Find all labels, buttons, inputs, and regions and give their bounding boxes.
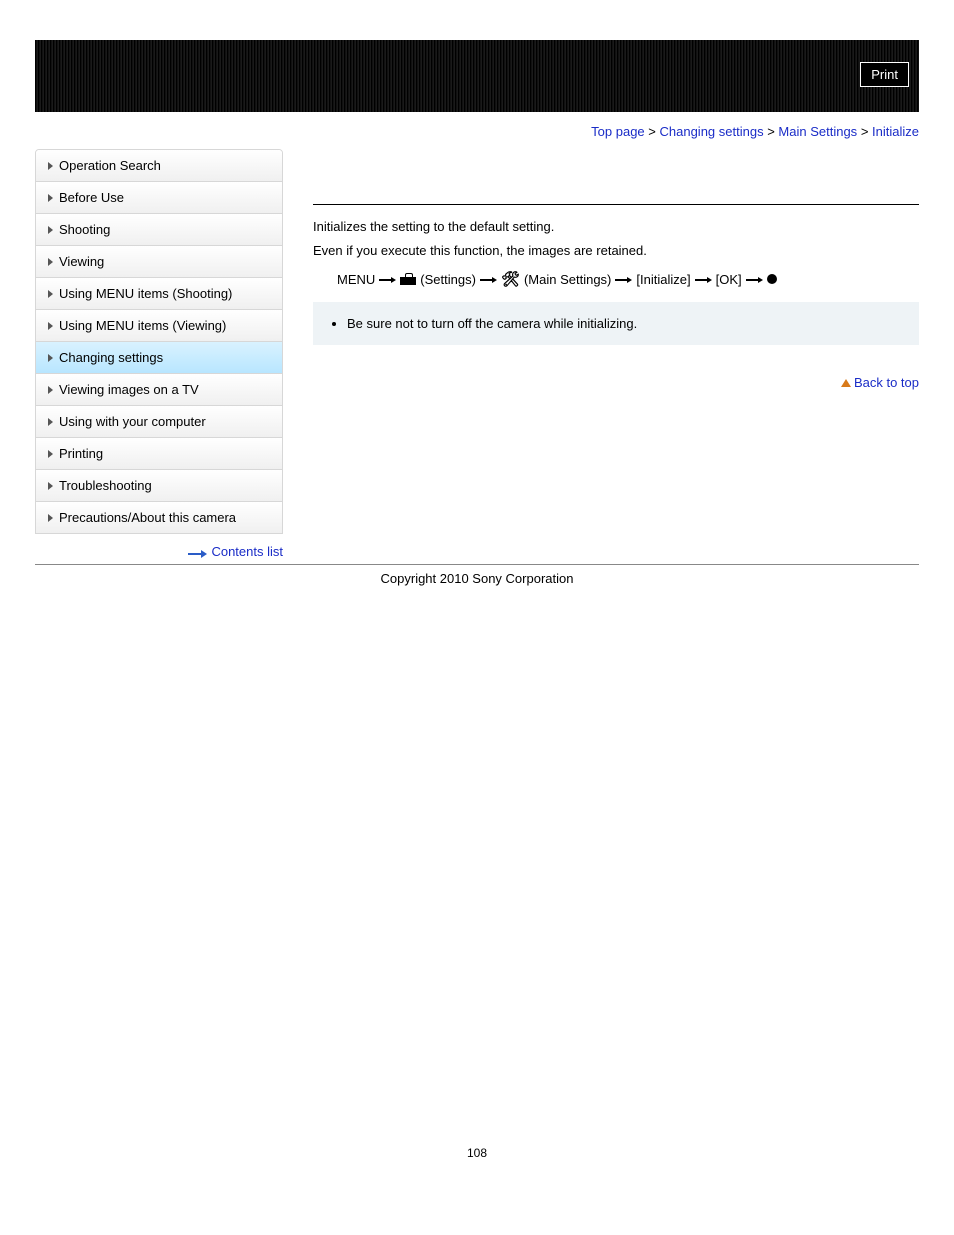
sidebar-item-operation-search[interactable]: Operation Search — [36, 150, 282, 181]
divider — [313, 204, 919, 205]
sidebar-item-changing-settings[interactable]: Changing settings — [36, 342, 282, 373]
sidebar-item-shooting[interactable]: Shooting — [36, 214, 282, 245]
body-paragraph: Even if you execute this function, the i… — [313, 241, 919, 261]
sidebar-item-label: Shooting — [59, 222, 110, 237]
sidebar: Operation Search Before Use Shooting Vie… — [35, 149, 283, 560]
sidebar-item-label: Viewing — [59, 254, 104, 269]
menu-path-menu: MENU — [337, 272, 375, 287]
arrow-icon — [746, 272, 763, 287]
note-box: Be sure not to turn off the camera while… — [313, 302, 919, 345]
dot-icon — [767, 274, 777, 284]
triangle-up-icon — [841, 379, 851, 387]
sidebar-item-label: Printing — [59, 446, 103, 461]
menu-path-ok: [OK] — [716, 272, 742, 287]
sidebar-item-viewing-tv[interactable]: Viewing images on a TV — [36, 374, 282, 405]
sidebar-item-printing[interactable]: Printing — [36, 438, 282, 469]
arrow-icon — [695, 272, 712, 287]
sidebar-item-label: Operation Search — [59, 158, 161, 173]
caret-icon — [48, 482, 53, 490]
caret-icon — [48, 354, 53, 362]
breadcrumb-changing-settings[interactable]: Changing settings — [660, 124, 764, 139]
caret-icon — [48, 290, 53, 298]
caret-icon — [48, 386, 53, 394]
sidebar-item-label: Precautions/About this camera — [59, 510, 236, 525]
sidebar-item-label: Using MENU items (Shooting) — [59, 286, 232, 301]
caret-icon — [48, 162, 53, 170]
page-number: 108 — [35, 1146, 919, 1160]
menu-path-settings: (Settings) — [420, 272, 476, 287]
sidebar-item-label: Viewing images on a TV — [59, 382, 199, 397]
breadcrumb-separator: > — [648, 124, 656, 139]
hammer-icon: 🛠 — [501, 270, 520, 288]
print-button[interactable]: Print — [860, 62, 909, 87]
sidebar-item-computer[interactable]: Using with your computer — [36, 406, 282, 437]
menu-path-initialize: [Initialize] — [636, 272, 690, 287]
sidebar-item-label: Troubleshooting — [59, 478, 152, 493]
caret-icon — [48, 226, 53, 234]
copyright-text: Copyright 2010 Sony Corporation — [35, 571, 919, 586]
arrow-icon — [480, 272, 497, 287]
sidebar-item-label: Using with your computer — [59, 414, 206, 429]
sidebar-item-troubleshooting[interactable]: Troubleshooting — [36, 470, 282, 501]
sidebar-item-menu-shooting[interactable]: Using MENU items (Shooting) — [36, 278, 282, 309]
footer-divider — [35, 564, 919, 565]
breadcrumb-current: Initialize — [872, 124, 919, 139]
arrow-icon — [379, 272, 396, 287]
sidebar-item-viewing[interactable]: Viewing — [36, 246, 282, 277]
sidebar-item-precautions[interactable]: Precautions/About this camera — [36, 502, 282, 533]
sidebar-item-label: Before Use — [59, 190, 124, 205]
arrow-icon — [615, 272, 632, 287]
note-item: Be sure not to turn off the camera while… — [347, 316, 903, 331]
caret-icon — [48, 258, 53, 266]
back-to-top-label: Back to top — [854, 375, 919, 390]
sidebar-item-menu-viewing[interactable]: Using MENU items (Viewing) — [36, 310, 282, 341]
caret-icon — [48, 450, 53, 458]
menu-path: MENU (Settings) 🛠 (Main Settings) [Initi… — [337, 270, 919, 288]
breadcrumb-separator: > — [767, 124, 775, 139]
back-to-top-link[interactable]: Back to top — [841, 375, 919, 390]
toolbox-icon — [400, 273, 416, 285]
contents-list-label: Contents list — [211, 544, 283, 559]
contents-list-link[interactable]: Contents list — [188, 544, 283, 559]
sidebar-item-label: Changing settings — [59, 350, 163, 365]
body-paragraph: Initializes the setting to the default s… — [313, 217, 919, 237]
menu-path-main-settings: (Main Settings) — [524, 272, 611, 287]
caret-icon — [48, 322, 53, 330]
main-content: Initializes the setting to the default s… — [313, 149, 919, 560]
breadcrumb-separator: > — [861, 124, 869, 139]
sidebar-item-before-use[interactable]: Before Use — [36, 182, 282, 213]
sidebar-item-label: Using MENU items (Viewing) — [59, 318, 226, 333]
caret-icon — [48, 194, 53, 202]
breadcrumb-main-settings[interactable]: Main Settings — [778, 124, 857, 139]
caret-icon — [48, 418, 53, 426]
breadcrumb-top-page[interactable]: Top page — [591, 124, 645, 139]
header-banner: Print — [35, 40, 919, 112]
breadcrumb: Top page > Changing settings > Main Sett… — [35, 124, 919, 139]
arrow-right-icon — [188, 545, 207, 560]
caret-icon — [48, 514, 53, 522]
